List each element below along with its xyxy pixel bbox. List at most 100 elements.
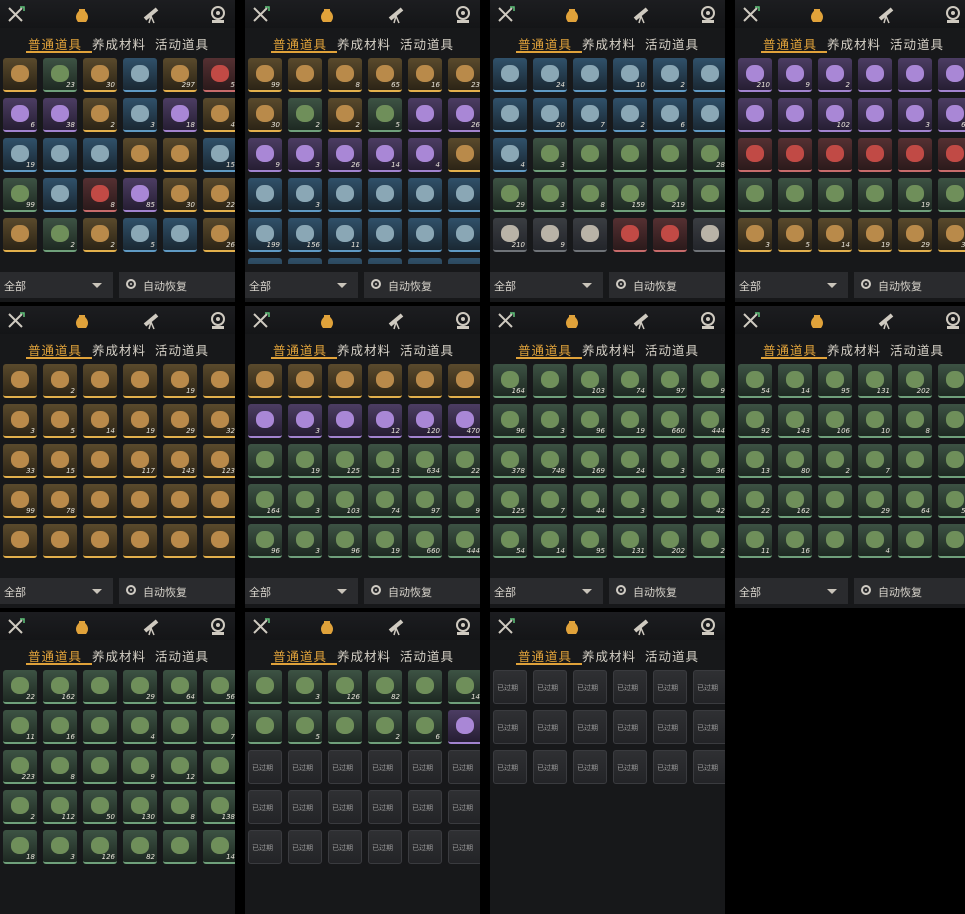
item-slot[interactable]: [858, 98, 892, 132]
filter-dropdown[interactable]: 全部: [490, 272, 603, 298]
item-slot[interactable]: 22: [738, 484, 772, 518]
item-slot[interactable]: 36: [693, 444, 725, 478]
item-slot[interactable]: 11: [738, 524, 772, 558]
map-pin-icon[interactable]: [208, 5, 228, 25]
item-slot[interactable]: [693, 218, 725, 252]
item-slot[interactable]: 3: [288, 138, 322, 172]
item-slot[interactable]: [328, 404, 362, 438]
item-slot[interactable]: [3, 218, 37, 252]
filter-dropdown[interactable]: 全部: [245, 578, 358, 604]
expired-item-slot[interactable]: 已过期: [408, 830, 442, 864]
item-slot[interactable]: 10: [368, 258, 402, 264]
item-slot[interactable]: 15: [43, 444, 77, 478]
item-slot[interactable]: 131: [613, 524, 647, 558]
item-slot[interactable]: 5: [288, 710, 322, 744]
item-slot[interactable]: [203, 524, 235, 558]
item-slot[interactable]: 12: [163, 750, 197, 784]
item-slot[interactable]: 2: [938, 364, 965, 398]
expired-item-slot[interactable]: 已过期: [448, 750, 480, 784]
item-slot[interactable]: [898, 58, 932, 92]
item-slot[interactable]: 138: [203, 790, 235, 824]
expired-item-slot[interactable]: 已过期: [573, 750, 607, 784]
auto-restore-button[interactable]: 自动恢复: [364, 578, 480, 604]
tab-materials[interactable]: 养成材料: [582, 646, 636, 665]
item-slot[interactable]: 4: [203, 98, 235, 132]
item-slot[interactable]: 126: [83, 830, 117, 864]
item-slot[interactable]: 14: [778, 364, 812, 398]
item-slot[interactable]: [693, 178, 725, 212]
item-slot[interactable]: [408, 218, 442, 252]
item-slot[interactable]: [448, 364, 480, 398]
item-slot[interactable]: 14: [818, 218, 852, 252]
auto-restore-button[interactable]: 自动恢复: [854, 272, 965, 298]
item-slot[interactable]: 14: [448, 670, 480, 704]
item-slot[interactable]: 96: [328, 524, 362, 558]
telescope-icon[interactable]: [142, 5, 162, 25]
item-slot[interactable]: [738, 138, 772, 172]
item-slot[interactable]: [288, 58, 322, 92]
expired-item-slot[interactable]: 已过期: [613, 670, 647, 704]
item-slot[interactable]: 6: [408, 710, 442, 744]
item-slot[interactable]: [83, 750, 117, 784]
item-slot[interactable]: 3: [288, 524, 322, 558]
item-slot[interactable]: [83, 524, 117, 558]
expired-item-slot[interactable]: 已过期: [653, 750, 687, 784]
crossed-swords-icon[interactable]: [251, 617, 271, 637]
item-slot[interactable]: 14: [203, 830, 235, 864]
crossed-swords-icon[interactable]: [741, 311, 761, 331]
item-slot[interactable]: 3: [288, 670, 322, 704]
item-slot[interactable]: 19: [898, 178, 932, 212]
item-slot[interactable]: [248, 710, 282, 744]
item-slot[interactable]: 103: [573, 364, 607, 398]
item-slot[interactable]: 22: [3, 670, 37, 704]
telescope-icon[interactable]: [877, 5, 897, 25]
map-pin-icon[interactable]: [943, 5, 963, 25]
expired-item-slot[interactable]: 已过期: [288, 790, 322, 824]
item-slot[interactable]: 26: [203, 218, 235, 252]
item-slot[interactable]: 120: [408, 404, 442, 438]
item-slot[interactable]: 5: [123, 218, 157, 252]
item-slot[interactable]: 30: [83, 58, 117, 92]
expired-item-slot[interactable]: 已过期: [693, 710, 725, 744]
pouch-icon[interactable]: [317, 617, 337, 637]
item-slot[interactable]: 162: [43, 670, 77, 704]
item-slot[interactable]: 19: [613, 404, 647, 438]
item-slot[interactable]: [938, 58, 965, 92]
map-pin-icon[interactable]: [208, 617, 228, 637]
item-slot[interactable]: [448, 138, 480, 172]
tab-event-items[interactable]: 活动道具: [890, 340, 944, 359]
item-slot[interactable]: 5: [203, 58, 235, 92]
item-slot[interactable]: 223: [3, 750, 37, 784]
item-slot[interactable]: 19: [288, 444, 322, 478]
expired-item-slot[interactable]: 已过期: [613, 710, 647, 744]
item-slot[interactable]: [248, 364, 282, 398]
item-slot[interactable]: 2: [653, 58, 687, 92]
crossed-swords-icon[interactable]: [496, 617, 516, 637]
item-slot[interactable]: 19: [858, 218, 892, 252]
expired-item-slot[interactable]: 已过期: [288, 830, 322, 864]
item-slot[interactable]: 64: [898, 484, 932, 518]
item-slot[interactable]: 117: [123, 444, 157, 478]
expired-item-slot[interactable]: 已过期: [328, 790, 362, 824]
item-slot[interactable]: [43, 178, 77, 212]
item-slot[interactable]: 7: [533, 484, 567, 518]
item-slot[interactable]: 11: [3, 710, 37, 744]
item-slot[interactable]: 3: [533, 404, 567, 438]
item-slot[interactable]: [248, 444, 282, 478]
crossed-swords-icon[interactable]: [496, 311, 516, 331]
item-slot[interactable]: [163, 484, 197, 518]
item-slot[interactable]: 22: [203, 178, 235, 212]
pouch-icon[interactable]: [807, 311, 827, 331]
expired-item-slot[interactable]: 已过期: [573, 710, 607, 744]
expired-item-slot[interactable]: 已过期: [533, 670, 567, 704]
item-slot[interactable]: 2: [43, 218, 77, 252]
item-slot[interactable]: 33: [3, 444, 37, 478]
item-slot[interactable]: 60: [938, 98, 965, 132]
tab-materials[interactable]: 养成材料: [92, 340, 146, 359]
item-slot[interactable]: 20: [533, 98, 567, 132]
telescope-icon[interactable]: [877, 311, 897, 331]
item-slot[interactable]: 99: [3, 484, 37, 518]
item-slot[interactable]: [328, 364, 362, 398]
item-slot[interactable]: 3: [288, 404, 322, 438]
item-slot[interactable]: 56: [938, 484, 965, 518]
